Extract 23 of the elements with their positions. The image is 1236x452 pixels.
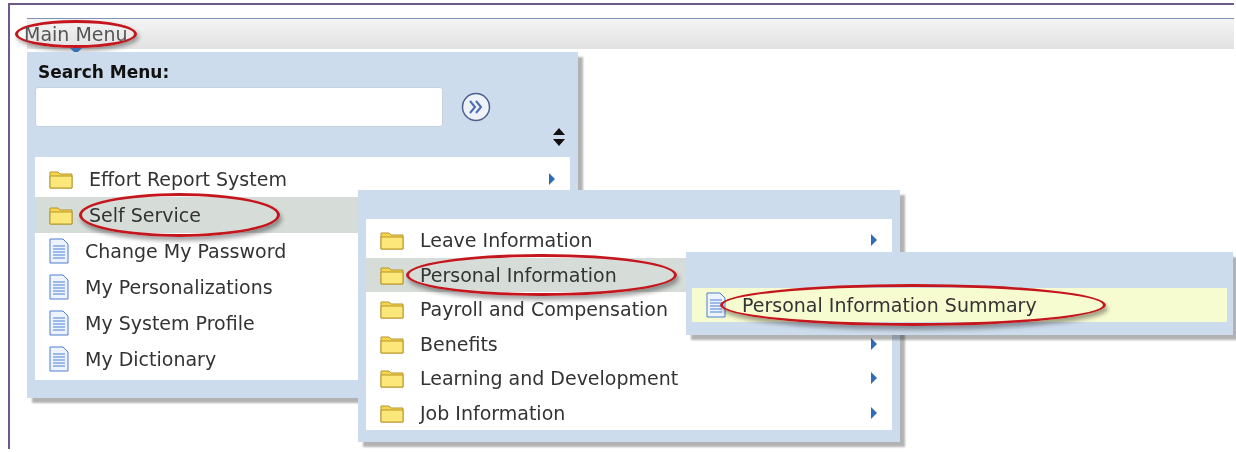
chevrons-icon [461, 92, 491, 122]
menu-item[interactable]: Job Information [366, 395, 892, 430]
menu-item[interactable]: Learning and Development [366, 361, 892, 396]
search-label: Search Menu: [38, 62, 171, 82]
folder-icon [380, 368, 404, 389]
document-icon [49, 274, 69, 300]
document-icon [706, 292, 726, 318]
sort-button[interactable] [552, 127, 566, 147]
document-icon [49, 238, 69, 264]
folder-icon [49, 169, 73, 189]
document-icon [49, 310, 69, 336]
folder-icon [380, 264, 404, 285]
folder-icon [380, 230, 404, 251]
document-icon [49, 346, 69, 372]
folder-icon [49, 205, 73, 225]
folder-icon [380, 402, 404, 423]
folder-icon [380, 333, 404, 354]
menu-item[interactable]: Effort Report System [35, 161, 570, 197]
search-field[interactable] [35, 87, 443, 127]
folder-icon [380, 299, 404, 320]
menu-item[interactable]: Benefits [366, 326, 892, 361]
sort-arrows-icon [552, 127, 566, 147]
search-button[interactable] [461, 92, 491, 122]
